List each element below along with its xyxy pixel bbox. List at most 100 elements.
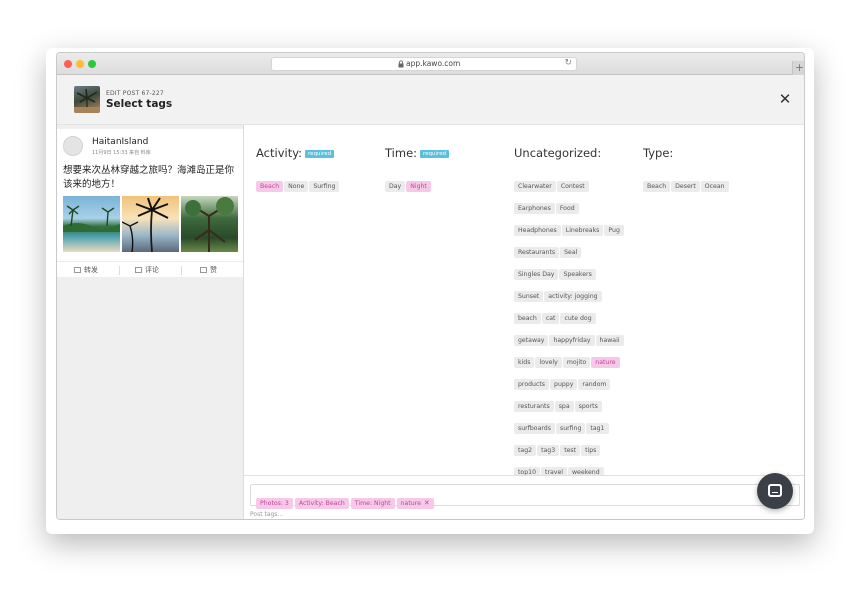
tag-chip[interactable]: beach [514, 313, 541, 324]
action-divider [181, 266, 182, 275]
tag-chip[interactable]: tag2 [514, 445, 537, 456]
tag-chip[interactable]: Seal [560, 247, 582, 258]
tag-chip[interactable]: Sunset [514, 291, 544, 302]
tag-chip[interactable]: puppy [550, 379, 578, 390]
browser-toolbar: app.kawo.com ↻ + [57, 53, 804, 75]
close-modal-button[interactable]: ✕ [778, 92, 792, 107]
tag-list: Beach Desert Ocean [643, 173, 755, 195]
tag-chip[interactable]: Headphones [514, 225, 561, 236]
remove-tag-icon[interactable]: ✕ [424, 499, 430, 507]
selected-chip[interactable]: Activity: Beach [294, 498, 349, 509]
edit-post-label: EDIT POST 67-227 [106, 90, 164, 97]
tag-chip[interactable]: nature [591, 357, 620, 368]
tag-chip[interactable]: Earphones [514, 203, 555, 214]
tag-chip[interactable]: Pug [604, 225, 624, 236]
tag-chip[interactable]: Surfing [309, 181, 340, 192]
post-author[interactable]: HaitanIsland [92, 137, 148, 147]
minimize-window-icon[interactable] [76, 60, 84, 68]
tag-chip[interactable]: surfboards [514, 423, 555, 434]
tag-chip[interactable]: Day [385, 181, 406, 192]
tag-chip[interactable]: None [284, 181, 309, 192]
tag-chip[interactable]: sports [574, 401, 602, 412]
selected-tags-input[interactable]: Photos: 3 Activity: Beach Time: Night natur… [250, 484, 800, 509]
group-title: Type: [643, 146, 673, 160]
chat-icon [768, 484, 782, 497]
tag-chip[interactable]: lovely [535, 357, 562, 368]
comment-label: 评论 [145, 266, 159, 274]
chat-support-button[interactable] [757, 473, 793, 509]
post-card: HaitanIsland 11月9日 15:33 来自 料库 想要来次丛林穿越之… [57, 129, 243, 277]
modal-header: EDIT POST 67-227 Select tags ✕ [57, 75, 804, 125]
close-window-icon[interactable] [64, 60, 72, 68]
post-photo-jungle[interactable] [181, 196, 238, 252]
tag-chip[interactable]: cute dog [560, 313, 596, 324]
tag-selection-area: Activity: required Beach None Surfing Time:… [244, 125, 804, 519]
post-preview-panel: HaitanIsland 11月9日 15:33 来自 料库 想要来次丛林穿越之… [57, 125, 244, 519]
post-thumbnail [74, 86, 100, 113]
post-photo-palm-sunset[interactable] [122, 196, 179, 252]
avatar[interactable] [63, 136, 83, 156]
group-title-text: Activity: [256, 146, 303, 160]
repost-button[interactable]: 转发 [74, 265, 98, 275]
tag-list: Clearwater ContestEarphones Food Headphones… [514, 173, 626, 519]
tag-chip[interactable]: Linebreaks [561, 225, 604, 236]
tag-chip[interactable]: mojito [562, 357, 591, 368]
reload-icon[interactable]: ↻ [564, 58, 572, 68]
tag-chip[interactable]: tag1 [586, 423, 609, 434]
like-button[interactable]: 赞 [200, 265, 217, 275]
tag-chip[interactable]: test [560, 445, 581, 456]
tag-chip[interactable]: cat [541, 313, 560, 324]
post-text: 想要来次丛林穿越之旅吗？海滩岛正是你该来的地方！ [63, 165, 235, 190]
selected-chip-label: nature [400, 500, 421, 507]
tag-list: Day Night [385, 173, 495, 195]
selected-chip[interactable]: nature ✕ [396, 498, 434, 509]
tag-chip[interactable]: getaway [514, 335, 549, 346]
group-title: Activity: required [256, 146, 335, 160]
group-title: Time: required [385, 146, 450, 160]
tag-chip[interactable]: Desert [671, 181, 700, 192]
comment-button[interactable]: 评论 [135, 265, 159, 275]
post-photo-beach[interactable] [63, 196, 120, 252]
tag-chip[interactable]: surfing [555, 423, 586, 434]
selected-chip[interactable]: Time: Night [350, 498, 395, 509]
post-tags-placeholder: Post tags... [250, 511, 284, 518]
required-badge: required [305, 150, 335, 158]
tag-chip[interactable]: Restaurants [514, 247, 560, 258]
maximize-window-icon[interactable] [88, 60, 96, 68]
selected-chip-label: Time: Night [354, 500, 391, 507]
comment-icon [135, 267, 142, 273]
tag-chip[interactable]: Beach [643, 181, 671, 192]
tag-chip[interactable]: hawaii [595, 335, 624, 346]
tag-chip[interactable]: random [578, 379, 611, 390]
group-title-text: Uncategorized: [514, 146, 602, 160]
post-meta: 11月9日 15:33 来自 料库 [92, 150, 151, 156]
new-tab-button[interactable]: + [792, 61, 804, 75]
thumbs-up-icon [200, 267, 207, 273]
tag-chip[interactable]: products [514, 379, 550, 390]
tag-chip[interactable]: resturants [514, 401, 554, 412]
tag-chip[interactable]: Contest [556, 181, 589, 192]
tag-chip[interactable]: Food [555, 203, 579, 214]
post-actions: 转发 评论 赞 [57, 261, 243, 277]
tag-chip[interactable]: tips [581, 445, 601, 456]
tag-chip[interactable]: activity: jogging [544, 291, 602, 302]
tag-chip[interactable]: happyfriday [549, 335, 595, 346]
address-bar[interactable]: app.kawo.com ↻ [271, 57, 577, 71]
tag-chip[interactable]: tag3 [537, 445, 560, 456]
tag-chip[interactable]: Beach [256, 181, 284, 192]
modal-title: Select tags [106, 98, 173, 110]
group-title: Uncategorized: [514, 146, 601, 160]
selected-chip[interactable]: Photos: 3 [256, 498, 293, 509]
group-title-text: Time: [385, 146, 418, 160]
tag-chip[interactable]: spa [554, 401, 574, 412]
tag-chip[interactable]: Clearwater [514, 181, 556, 192]
selected-chip-list: Photos: 3 Activity: Beach Time: Night natur… [256, 490, 436, 509]
tag-chip[interactable]: Speakers [559, 269, 596, 280]
tag-list: Beach None Surfing [256, 173, 366, 195]
tag-chip[interactable]: Ocean [700, 181, 729, 192]
selected-tags-bar: Photos: 3 Activity: Beach Time: Night natur… [244, 475, 804, 519]
tag-chip[interactable]: kids [514, 357, 535, 368]
tag-chip[interactable]: Night [406, 181, 431, 192]
tag-chip[interactable]: Singles Day [514, 269, 559, 280]
browser-window: app.kawo.com ↻ + EDIT POST 67-227 Select… [56, 52, 805, 520]
